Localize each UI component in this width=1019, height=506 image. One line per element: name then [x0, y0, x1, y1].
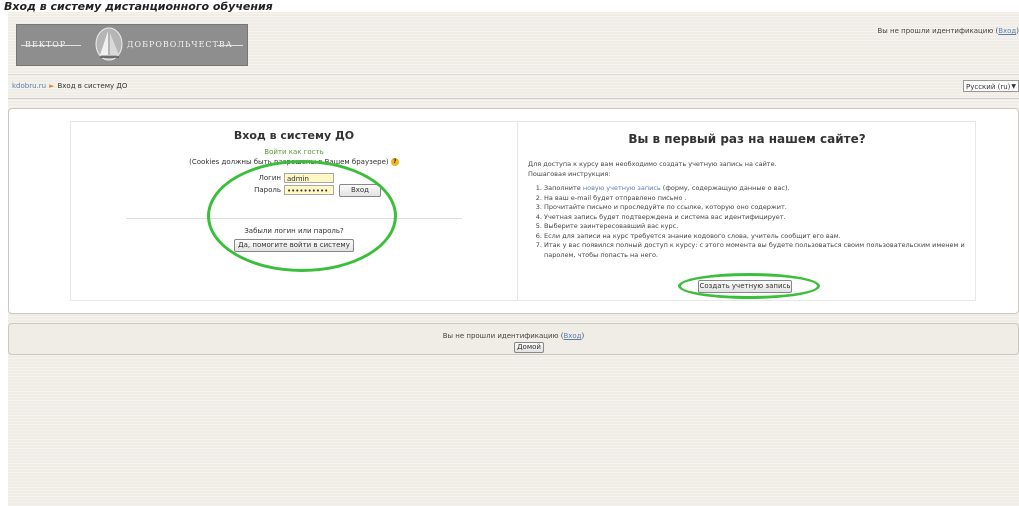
cookies-note-text: (Cookies должны быть разрешены в Вашем б…	[189, 158, 389, 166]
login-divider	[126, 218, 462, 219]
username-label: Логин	[258, 174, 281, 182]
signup-step: Если для записи на курс требуется знание…	[544, 232, 974, 242]
password-label: Пароль	[254, 186, 281, 194]
logo-word-left: ВЕКТОР	[25, 40, 67, 49]
header-login-link[interactable]: Вход	[998, 27, 1016, 35]
login-title: Вход в систему ДО	[233, 129, 355, 142]
create-account-button[interactable]: Создать учетную запись	[698, 280, 792, 293]
footer-login-status: Вы не прошли идентификацию (	[442, 332, 564, 340]
step1-post: (форму, содержащую данные о вас).	[660, 184, 790, 192]
new-account-link[interactable]: новую учетную запись	[583, 184, 661, 192]
signup-title: Вы в первый раз на нашем сайте?	[628, 132, 866, 146]
header-login-status: Вы не прошли идентификацию (	[877, 27, 999, 35]
footer-login-link[interactable]: Вход	[563, 332, 581, 340]
sail-icon	[95, 27, 123, 61]
breadcrumb: kdobru.ru ► Вход в систему ДО	[12, 82, 127, 90]
step1-pre: Заполните	[544, 184, 583, 192]
header-login-info: Вы не прошли идентификацию (Вход)	[877, 27, 1019, 35]
signup-instructions-heading: Пошаговая инструкция:	[528, 170, 611, 178]
signup-step: Выберите заинтересовавший вас курс.	[544, 222, 974, 232]
forgot-text: Забыли логин или пароль?	[244, 227, 344, 235]
username-field[interactable]: admin	[284, 173, 334, 183]
signup-steps: Заполните новую учетную запись (форму, с…	[534, 184, 974, 260]
logo-line-right	[217, 45, 243, 46]
signup-panel: Вы в первый раз на нашем сайте? Для дост…	[517, 122, 976, 300]
signup-intro: Для доступа к курсу вам необходимо созда…	[528, 160, 777, 168]
login-panel: Вход в систему ДО Войти как гость (Cooki…	[71, 122, 517, 300]
chevron-down-icon: ▼	[1011, 83, 1016, 90]
guest-link[interactable]: Войти как гость	[71, 148, 517, 156]
signup-step: Учетная запись будет подтверждена и сист…	[544, 213, 974, 223]
language-select[interactable]: Русский (ru) ▼	[963, 80, 1019, 92]
language-selected: Русский (ru)	[966, 83, 1011, 91]
breadcrumb-home[interactable]: kdobru.ru	[12, 82, 46, 90]
signup-step: Итак у вас появился полный доступ к курс…	[544, 241, 974, 260]
navbar: kdobru.ru ► Вход в систему ДО Русский (ru)…	[8, 74, 1019, 99]
signup-step: На ваш e-mail будет отправлено письмо .	[544, 194, 974, 204]
page-caption: Вход в систему дистанционного обучения	[4, 0, 273, 13]
help-icon[interactable]: ?	[390, 158, 399, 166]
signup-step: Заполните новую учетную запись (форму, с…	[544, 184, 974, 194]
breadcrumb-separator: ►	[49, 82, 55, 90]
footer-login-info: Вы не прошли идентификацию (Вход)	[9, 332, 1018, 340]
home-button[interactable]: Домой	[514, 342, 544, 353]
footer-login-close: )	[581, 332, 585, 340]
cookies-note: (Cookies должны быть разрешены в Вашем б…	[71, 158, 517, 166]
browser-page: ВЕКТОР ДОБРОВОЛЬЧЕСТВА Вы не прошли иден…	[8, 12, 1019, 506]
site-header: ВЕКТОР ДОБРОВОЛЬЧЕСТВА Вы не прошли иден…	[8, 12, 1019, 75]
login-panels: Вход в систему ДО Войти как гость (Cooki…	[70, 121, 976, 301]
forgot-password-button[interactable]: Да, помогите войти в систему	[234, 239, 354, 252]
signup-step: Прочитайте письмо и проследуйте по ссылк…	[544, 203, 974, 213]
login-button[interactable]: Вход	[339, 184, 381, 197]
breadcrumb-current: Вход в систему ДО	[57, 82, 128, 90]
site-logo[interactable]: ВЕКТОР ДОБРОВОЛЬЧЕСТВА	[16, 24, 248, 66]
site-footer: Вы не прошли идентификацию (Вход) Домой	[8, 323, 1019, 355]
password-field[interactable]: ••••••••••	[284, 185, 334, 195]
main-content: Вход в систему ДО Войти как гость (Cooki…	[8, 108, 1019, 314]
